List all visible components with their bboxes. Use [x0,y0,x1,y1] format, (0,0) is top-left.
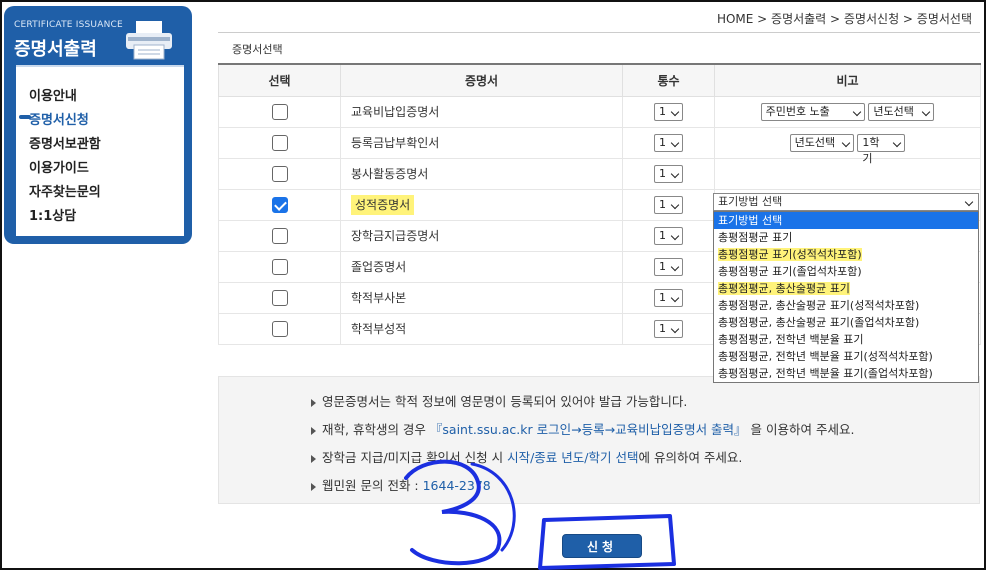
dropdown-option[interactable]: 총평점평균, 전학년 백분율 표기(성적석차포함) [714,348,978,365]
select-checkbox[interactable] [271,165,288,182]
dropdown-option[interactable]: 총평점평균 표기 [714,229,978,246]
count-select[interactable]: 1 [654,195,683,214]
notice-item: 장학금 지급/미지급 확인서 신청 시 시작/종료 년도/학기 선택에 유의하여… [311,447,742,466]
select-checkbox[interactable] [271,134,288,151]
sidebar-item-faq[interactable]: 자주찾는문의 [29,181,101,200]
notice-text: 을 이용하여 주세요. [746,422,855,437]
select-checkbox[interactable] [271,227,288,244]
notice-text: 장학금 지급/미지급 확인서 신청 시 [322,450,508,465]
dropdown-option[interactable]: 총평점평균 표기(졸업석차포함) [714,263,978,280]
table-row: 교육비납입증명서 1 주민번호 노출 년도선택 [218,95,981,128]
notice-text: 재학, 휴학생의 경우 [322,422,430,437]
col-header-count: 통수 [622,63,715,97]
bullet-arrow-icon [311,426,316,435]
id-exposure-select[interactable]: 주민번호 노출 [760,102,865,121]
cert-name: 졸업증명서 [340,250,623,283]
option-label: 총평점평균 표기(성적석차포함) [718,248,862,261]
submit-button[interactable]: 신청 [562,534,642,558]
dropdown-option[interactable]: 총평점평균, 총산술평균 표기 [714,280,978,297]
select-checkbox[interactable] [271,258,288,275]
bullet-arrow-icon [311,482,316,491]
sidebar: CERTIFICATE ISSUANCE 증명서출력 이용안내 증명서신청 증명… [4,6,192,244]
active-marker-icon [19,115,31,119]
sidebar-item-storage[interactable]: 증명서보관함 [29,133,101,152]
count-select[interactable]: 1 [654,133,683,152]
breadcrumb: HOME > 증명서출력 > 증명서신청 > 증명서선택 [716,12,972,26]
count-select[interactable]: 1 [654,288,683,307]
count-select[interactable]: 1 [654,257,683,276]
select-checkbox[interactable] [271,196,288,213]
sidebar-item-consult[interactable]: 1:1상담 [29,205,76,224]
phone-number: 1644-2378 [422,478,491,493]
select-checkbox[interactable] [271,320,288,337]
notice-emphasis: 시작/종료 년도/학기 선택 [507,450,639,465]
notice-text: 웹민원 문의 전화 : [322,478,423,493]
saint-link[interactable]: 『saint.ssu.ac.kr 로그인→등록→교육비납입증명서 출력』 [430,422,747,437]
notice-text: 영문증명서는 학적 정보에 영문명이 등록되어 있어야 발급 가능합니다. [322,394,688,409]
bullet-arrow-icon [311,454,316,463]
sidebar-item-apply[interactable]: 증명서신청 [19,109,89,128]
notice-text: 에 유의하여 주세요. [638,450,743,465]
sidebar-menu: 이용안내 증명서신청 증명서보관함 이용가이드 자주찾는문의 1:1상담 [16,65,184,236]
option-label: 총평점평균, 총산술평균 표기 [718,282,850,295]
display-method-select[interactable]: 표기방법 선택 [713,193,979,211]
cert-name: 성적증명서 [351,195,415,215]
select-checkbox[interactable] [271,289,288,306]
notice-box: 영문증명서는 학적 정보에 영문명이 등록되어 있어야 발급 가능합니다. 재학… [218,376,980,504]
count-select[interactable]: 1 [654,226,683,245]
printer-icon [126,21,172,60]
count-select[interactable]: 1 [654,164,683,183]
dropdown-option[interactable]: 총평점평균, 전학년 백분율 표기 [714,331,978,348]
dropdown-option[interactable]: 총평점평균, 전학년 백분율 표기(졸업석차포함) [714,365,978,382]
cert-name: 학적부성적 [340,312,623,345]
sidebar-header: CERTIFICATE ISSUANCE 증명서출력 [4,6,192,64]
sidebar-en-title: CERTIFICATE ISSUANCE [14,20,123,30]
sidebar-item-label: 증명서신청 [29,113,89,128]
semester-select[interactable]: 1학기 [857,133,906,165]
bullet-arrow-icon [311,398,316,407]
sidebar-item-user-guide[interactable]: 이용가이드 [29,157,89,176]
dropdown-option[interactable]: 총평점평균, 총산술평균 표기(성적석차포함) [714,297,978,314]
select-checkbox[interactable] [271,103,288,120]
panel-title: 증명서선택 [232,43,283,56]
sidebar-item-guide[interactable]: 이용안내 [29,85,77,104]
notice-item: 웹민원 문의 전화 : 1644-2378 [311,475,491,494]
count-select[interactable]: 1 [654,319,683,338]
dropdown-option[interactable]: 표기방법 선택 [714,212,978,229]
cert-name: 학적부사본 [340,281,623,314]
sidebar-title: 증명서출력 [14,39,97,60]
year-select[interactable]: 년도선택 [868,102,935,121]
display-method-options: 표기방법 선택 총평점평균 표기 총평점평균 표기(성적석차포함) 총평점평균 … [713,211,979,383]
count-select[interactable]: 1 [654,102,683,121]
col-header-cert: 증명서 [340,63,623,97]
cert-name: 교육비납입증명서 [340,95,623,128]
dropdown-option[interactable]: 총평점평균, 총산술평균 표기(졸업석차포함) [714,314,978,331]
notice-item: 영문증명서는 학적 정보에 영문명이 등록되어 있어야 발급 가능합니다. [311,391,687,410]
cert-name: 장학금지급증명서 [340,219,623,252]
table-row: 등록금납부확인서 1 년도선택 1학기 [218,126,981,165]
cert-name: 등록금납부확인서 [340,126,623,159]
year-select[interactable]: 년도선택 [789,133,854,152]
dropdown-option[interactable]: 총평점평균 표기(성적석차포함) [714,246,978,263]
cert-name: 봉사활동증명서 [340,157,623,190]
col-header-note: 비고 [714,63,981,97]
col-header-select: 선택 [218,63,341,97]
notice-item: 재학, 휴학생의 경우 『saint.ssu.ac.kr 로그인→등록→교육비납… [311,419,854,438]
